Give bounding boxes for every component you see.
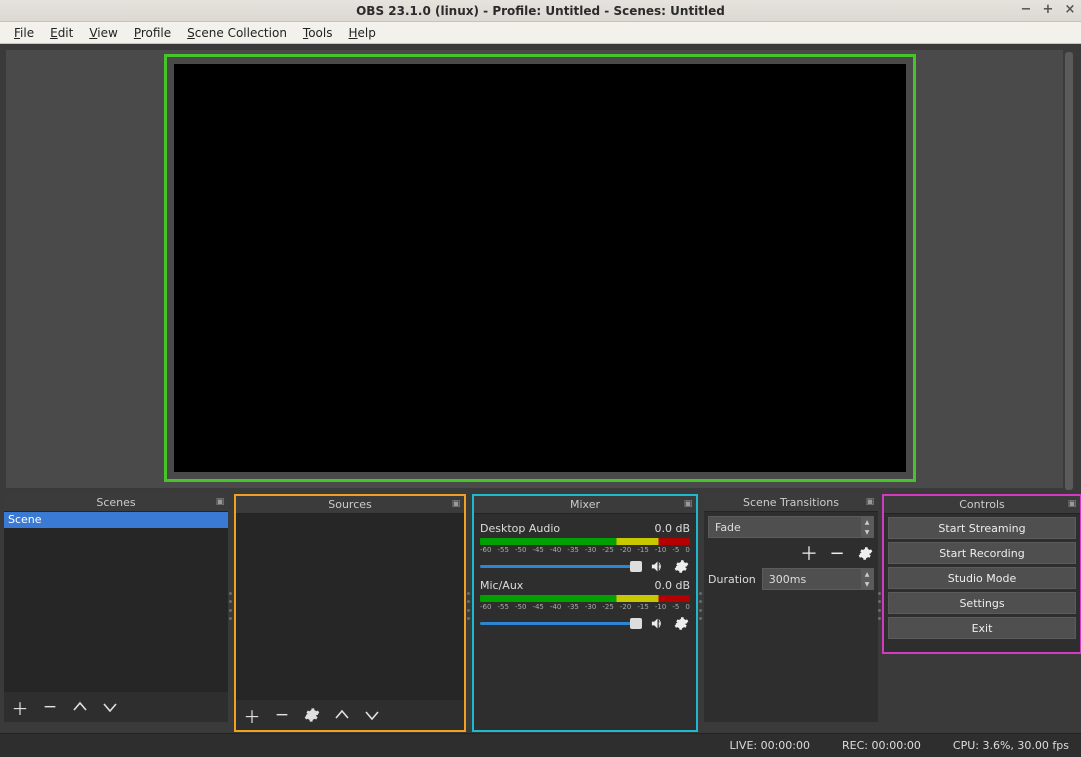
window-title: OBS 23.1.0 (linux) - Profile: Untitled -… xyxy=(356,4,725,18)
start-recording-button[interactable]: Start Recording xyxy=(888,542,1076,564)
sources-properties-button[interactable] xyxy=(304,707,320,723)
transitions-popout-icon[interactable]: ▣ xyxy=(864,496,876,508)
mixer-panel-title: Mixer ▣ xyxy=(474,496,696,514)
window-maximize-button[interactable]: + xyxy=(1041,2,1055,16)
preview-canvas[interactable] xyxy=(174,64,906,472)
controls-title-label: Controls xyxy=(959,498,1005,511)
controls-panel-title: Controls ▣ xyxy=(884,496,1080,514)
splitter-2[interactable] xyxy=(467,592,471,620)
scenes-title-label: Scenes xyxy=(96,496,135,509)
sources-move-down-button[interactable] xyxy=(364,707,380,723)
sources-list[interactable] xyxy=(236,514,464,700)
scenes-add-button[interactable]: ＋ xyxy=(12,699,28,715)
scenes-panel-title: Scenes ▣ xyxy=(4,494,228,512)
scenes-remove-button[interactable]: − xyxy=(42,699,58,715)
sources-panel: Sources ▣ ＋ − xyxy=(234,494,466,732)
scenes-move-down-button[interactable] xyxy=(102,699,118,715)
transition-remove-button[interactable]: − xyxy=(828,544,846,562)
menu-view[interactable]: View xyxy=(81,24,125,42)
splitter-3[interactable] xyxy=(699,592,703,620)
mixer-body: Desktop Audio 0.0 dB -60-55-50-45-40-35-… xyxy=(474,514,696,730)
channel-name: Mic/Aux xyxy=(480,579,523,592)
window-minimize-button[interactable]: − xyxy=(1019,2,1033,16)
duration-value: 300ms xyxy=(769,573,806,586)
sources-title-label: Sources xyxy=(328,498,372,511)
mixer-title-label: Mixer xyxy=(570,498,600,511)
workspace: Scenes ▣ Scene ＋ − Sources ▣ xyxy=(0,44,1081,733)
sources-panel-title: Sources ▣ xyxy=(236,496,464,514)
transition-settings-button[interactable] xyxy=(856,544,874,562)
scene-row[interactable]: Scene xyxy=(4,512,228,528)
channel-mute-button[interactable] xyxy=(648,557,666,575)
mixer-popout-icon[interactable]: ▣ xyxy=(682,498,694,510)
menu-tools[interactable]: Tools xyxy=(295,24,341,42)
status-bar: LIVE: 00:00:00 REC: 00:00:00 CPU: 3.6%, … xyxy=(0,733,1081,757)
menubar: File Edit View Profile Scene Collection … xyxy=(0,22,1081,44)
window-close-button[interactable]: × xyxy=(1063,2,1077,16)
meter-ticks: -60-55-50-45-40-35-30-25-20-15-10-50 xyxy=(480,546,690,554)
preview-scrollbar[interactable] xyxy=(1063,50,1075,488)
controls-panel: Controls ▣ Start Streaming Start Recordi… xyxy=(882,494,1081,654)
start-streaming-button[interactable]: Start Streaming xyxy=(888,517,1076,539)
scenes-panel: Scenes ▣ Scene ＋ − xyxy=(4,494,228,722)
scenes-move-up-button[interactable] xyxy=(72,699,88,715)
channel-meter xyxy=(480,595,690,602)
preview-area xyxy=(6,50,1075,488)
sources-add-button[interactable]: ＋ xyxy=(244,707,260,723)
menu-scene-collection[interactable]: Scene Collection xyxy=(179,24,295,42)
transitions-panel: Scene Transitions ▣ Fade ▲▼ ＋ − Duration xyxy=(704,494,878,722)
mixer-panel: Mixer ▣ Desktop Audio 0.0 dB -60-55-50-4… xyxy=(472,494,698,732)
status-live: LIVE: 00:00:00 xyxy=(730,739,810,752)
studio-mode-button[interactable]: Studio Mode xyxy=(888,567,1076,589)
menu-edit[interactable]: Edit xyxy=(42,24,81,42)
menu-help[interactable]: Help xyxy=(341,24,384,42)
preview-selection[interactable] xyxy=(164,54,916,482)
mixer-channel: Mic/Aux 0.0 dB -60-55-50-45-40-35-30-25-… xyxy=(480,579,690,632)
transition-add-button[interactable]: ＋ xyxy=(800,544,818,562)
scenes-popout-icon[interactable]: ▣ xyxy=(214,496,226,508)
meter-ticks: -60-55-50-45-40-35-30-25-20-15-10-50 xyxy=(480,603,690,611)
sources-move-up-button[interactable] xyxy=(334,707,350,723)
channel-volume-slider[interactable] xyxy=(480,565,642,568)
panels-row: Scenes ▣ Scene ＋ − Sources ▣ xyxy=(4,494,1081,733)
status-rec: REC: 00:00:00 xyxy=(842,739,921,752)
sources-remove-button[interactable]: − xyxy=(274,707,290,723)
transition-duration-input[interactable]: 300ms ▲▼ xyxy=(762,568,874,590)
channel-meter xyxy=(480,538,690,545)
exit-button[interactable]: Exit xyxy=(888,617,1076,639)
channel-settings-button[interactable] xyxy=(672,614,690,632)
transitions-panel-title: Scene Transitions ▣ xyxy=(704,494,878,512)
splitter-1[interactable] xyxy=(229,592,233,620)
settings-button[interactable]: Settings xyxy=(888,592,1076,614)
channel-settings-button[interactable] xyxy=(672,557,690,575)
mixer-channel: Desktop Audio 0.0 dB -60-55-50-45-40-35-… xyxy=(480,522,690,575)
status-cpu: CPU: 3.6%, 30.00 fps xyxy=(953,739,1069,752)
scenes-toolbar: ＋ − xyxy=(4,692,228,722)
sources-toolbar: ＋ − xyxy=(236,700,464,730)
channel-level: 0.0 dB xyxy=(654,579,690,592)
menu-file[interactable]: File xyxy=(6,24,42,42)
transition-type-value: Fade xyxy=(715,521,741,534)
duration-label: Duration xyxy=(708,573,756,586)
scenes-list[interactable]: Scene xyxy=(4,512,228,692)
channel-name: Desktop Audio xyxy=(480,522,560,535)
transitions-title-label: Scene Transitions xyxy=(743,496,839,509)
channel-volume-slider[interactable] xyxy=(480,622,642,625)
channel-level: 0.0 dB xyxy=(654,522,690,535)
menu-profile[interactable]: Profile xyxy=(126,24,179,42)
controls-popout-icon[interactable]: ▣ xyxy=(1066,498,1078,510)
transition-type-select[interactable]: Fade ▲▼ xyxy=(708,516,874,538)
channel-mute-button[interactable] xyxy=(648,614,666,632)
sources-popout-icon[interactable]: ▣ xyxy=(450,498,462,510)
window-titlebar: OBS 23.1.0 (linux) - Profile: Untitled -… xyxy=(0,0,1081,22)
